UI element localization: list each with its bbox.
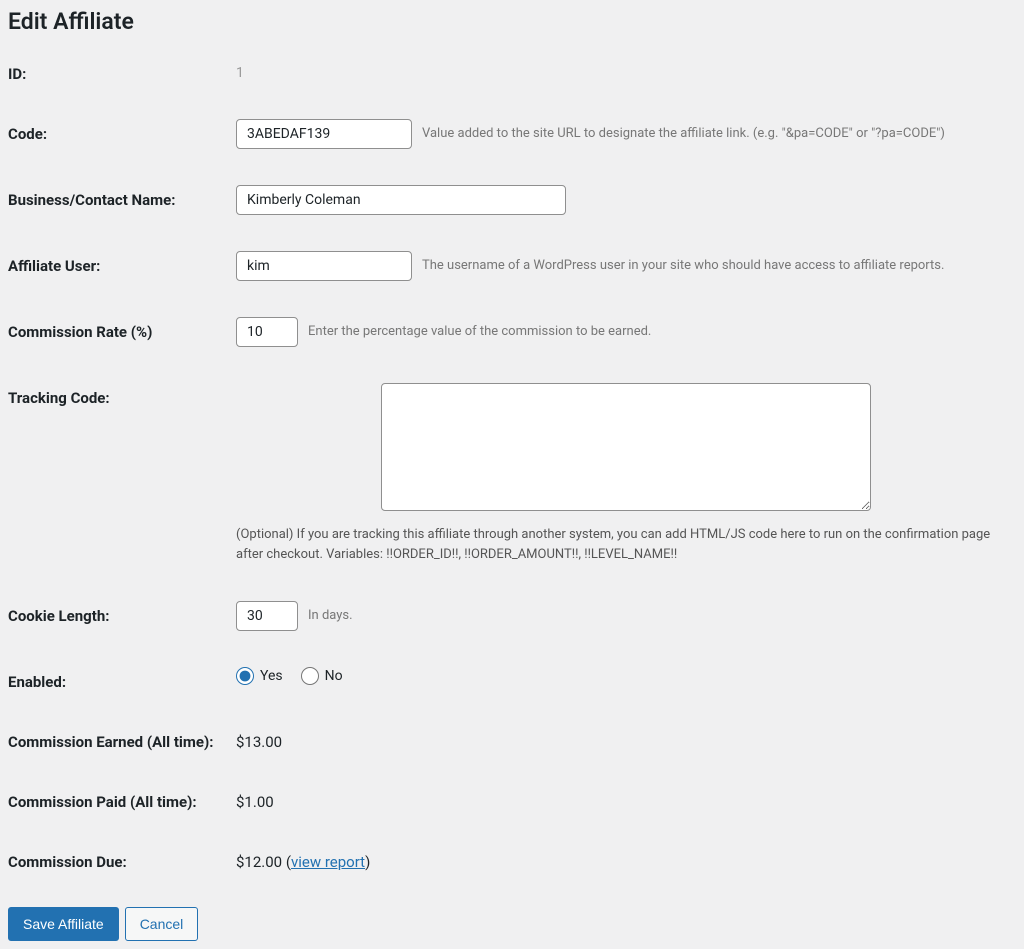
commission-earned-label: Commission Earned (All time):	[8, 727, 236, 751]
tracking-code-label: Tracking Code:	[8, 383, 236, 407]
code-input[interactable]	[236, 119, 412, 149]
id-value: 1	[236, 59, 244, 81]
business-name-input[interactable]	[236, 185, 566, 215]
commission-earned-value: $13.00	[236, 727, 282, 751]
enabled-label: Enabled:	[8, 667, 236, 691]
enabled-yes-label: Yes	[260, 668, 283, 684]
affiliate-user-help: The username of a WordPress user in your…	[422, 257, 944, 275]
cookie-length-input[interactable]	[236, 601, 298, 631]
commission-rate-input[interactable]	[236, 317, 298, 347]
cookie-length-label: Cookie Length:	[8, 601, 236, 625]
commission-paid-value: $1.00	[236, 787, 274, 811]
enabled-radio-no[interactable]	[301, 667, 319, 685]
tracking-code-help: (Optional) If you are tracking this affi…	[236, 525, 1016, 565]
enabled-no-label: No	[325, 668, 343, 684]
commission-rate-label: Commission Rate (%)	[8, 317, 236, 341]
code-help: Value added to the site URL to designate…	[422, 125, 945, 143]
commission-due-value: $12.00 (view report)	[236, 847, 370, 871]
cancel-button[interactable]: Cancel	[125, 907, 199, 941]
commission-paid-label: Commission Paid (All time):	[8, 787, 236, 811]
commission-rate-help: Enter the percentage value of the commis…	[308, 323, 651, 341]
enabled-radio-yes[interactable]	[236, 667, 254, 685]
save-affiliate-button[interactable]: Save Affiliate	[8, 907, 119, 941]
view-report-link[interactable]: view report	[291, 853, 365, 871]
business-name-label: Business/Contact Name:	[8, 185, 236, 209]
affiliate-user-input[interactable]	[236, 251, 412, 281]
commission-due-label: Commission Due:	[8, 847, 236, 871]
affiliate-user-label: Affiliate User:	[8, 251, 236, 275]
code-label: Code:	[8, 119, 236, 143]
tracking-code-textarea[interactable]	[381, 383, 871, 511]
page-title: Edit Affiliate	[8, 8, 1016, 35]
cookie-length-help: In days.	[308, 607, 353, 625]
id-label: ID:	[8, 59, 236, 83]
